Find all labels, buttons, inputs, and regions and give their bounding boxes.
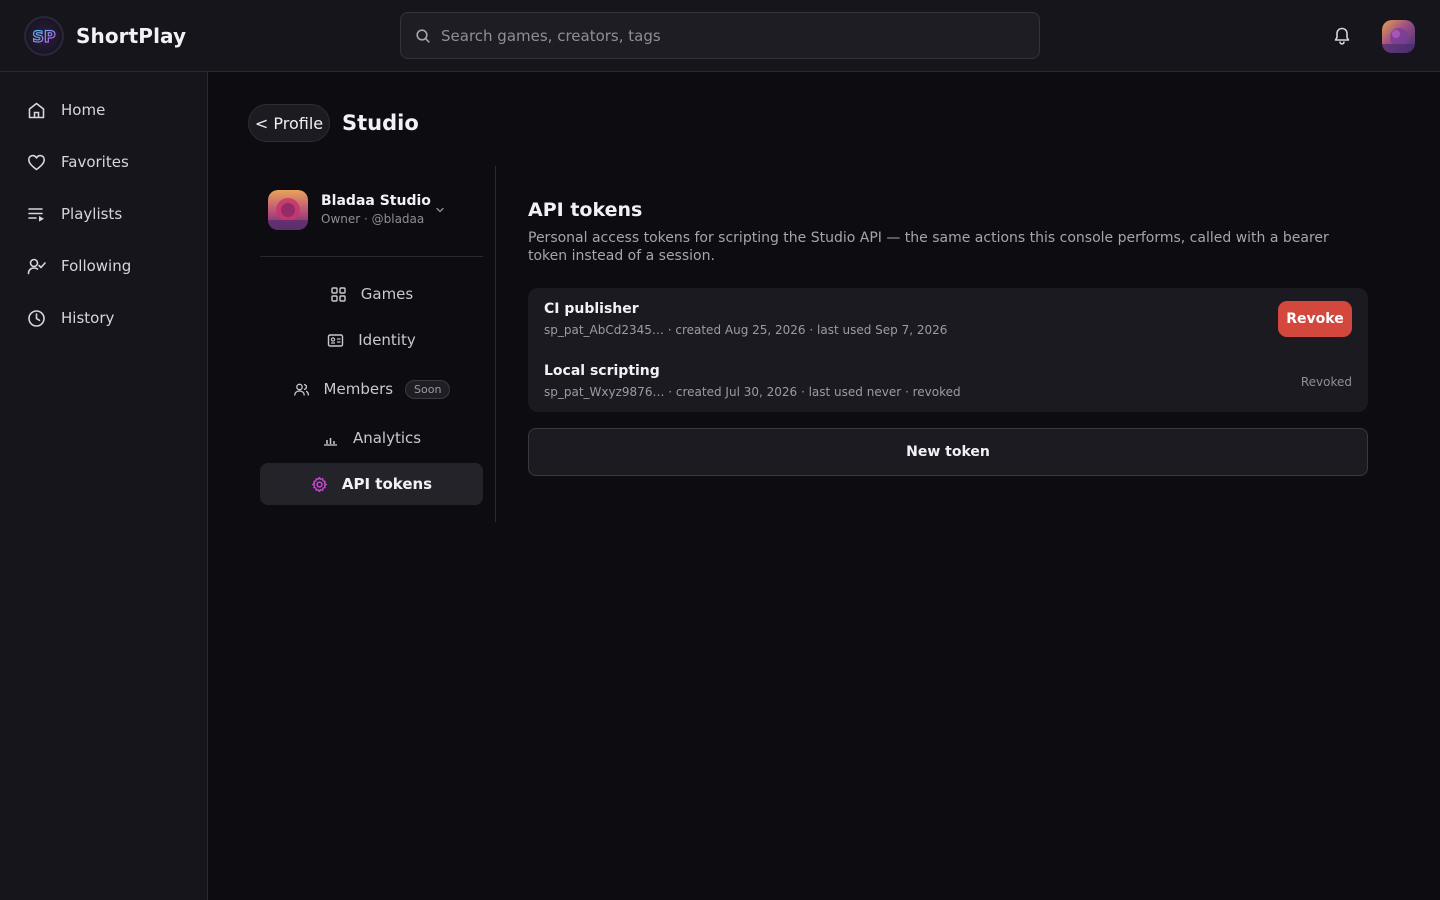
sidebar-item-label: Home xyxy=(61,101,106,119)
top-bar: SP ShortPlay xyxy=(0,0,1440,72)
studio-switcher[interactable]: Bladaa Studio Owner · @bladaa xyxy=(268,190,484,234)
subnav-item-analytics[interactable]: Analytics xyxy=(260,417,483,459)
gear-icon xyxy=(311,476,327,492)
token-name: Local scripting xyxy=(544,363,660,379)
subnav-item-members[interactable]: Members Soon xyxy=(260,368,483,410)
bell-icon[interactable] xyxy=(1331,25,1353,47)
revoked-status: Revoked xyxy=(1300,375,1352,389)
user-check-icon xyxy=(27,258,46,274)
sidebar-item-playlists[interactable]: Playlists xyxy=(26,202,122,226)
sidebar-item-favorites[interactable]: Favorites xyxy=(26,150,129,174)
subnav-item-label: Analytics xyxy=(352,429,422,447)
clock-icon xyxy=(28,309,45,327)
search-bar[interactable] xyxy=(400,12,1040,59)
back-to-profile-button[interactable]: < Profile xyxy=(248,104,330,142)
subnav-item-identity[interactable]: Identity xyxy=(260,319,483,361)
id-card-icon xyxy=(328,333,344,347)
bar-chart-icon xyxy=(323,437,337,446)
section-description: Personal access tokens for scripting the… xyxy=(528,230,1329,264)
subnav-item-label: Members xyxy=(323,380,394,398)
page-title: Studio xyxy=(342,111,419,135)
divider xyxy=(260,256,483,257)
sidebar-item-home[interactable]: Home xyxy=(26,98,105,122)
sidebar: Home Favorites Playlists Following Histo… xyxy=(0,72,208,900)
studio-role: Owner · @bladaa xyxy=(321,212,425,226)
user-avatar[interactable] xyxy=(1382,20,1415,53)
subnav-item-label: Identity xyxy=(358,331,416,349)
sidebar-item-label: Playlists xyxy=(61,205,123,223)
grid-icon xyxy=(331,286,346,302)
search-icon xyxy=(416,29,430,43)
heart-icon xyxy=(28,154,45,170)
token-row: Local scripting sp_pat_Wxyz9876… · creat… xyxy=(544,363,1352,413)
playlist-icon xyxy=(28,207,44,222)
token-name: CI publisher xyxy=(544,301,639,317)
studio-name: Bladaa Studio xyxy=(321,193,431,209)
section-title: API tokens xyxy=(528,199,643,221)
subnav-item-label: API tokens xyxy=(341,475,433,493)
brand-name[interactable]: ShortPlay xyxy=(76,24,186,48)
sidebar-item-history[interactable]: History xyxy=(26,306,114,330)
subnav-item-api-tokens[interactable]: API tokens xyxy=(260,463,483,505)
search-input[interactable] xyxy=(441,13,1031,58)
new-token-button[interactable]: New token xyxy=(528,428,1368,476)
subnav-item-label: Games xyxy=(360,285,414,303)
chevron-down-icon[interactable] xyxy=(434,204,446,216)
token-meta: sp_pat_Wxyz9876… · created Jul 30, 2026 … xyxy=(544,385,961,399)
soon-badge: Soon xyxy=(405,379,451,399)
sidebar-item-label: History xyxy=(61,309,115,327)
svg-text:SP: SP xyxy=(32,27,56,46)
studio-avatar xyxy=(268,190,308,230)
revoke-button[interactable]: Revoke xyxy=(1278,301,1352,337)
token-list: CI publisher sp_pat_AbCd2345… · created … xyxy=(528,288,1368,412)
home-icon xyxy=(28,102,45,118)
studio-subnav: Bladaa Studio Owner · @bladaa Games Iden… xyxy=(260,166,496,522)
subnav-item-games[interactable]: Games xyxy=(260,273,483,315)
token-meta: sp_pat_AbCd2345… · created Aug 25, 2026 … xyxy=(544,323,948,337)
sidebar-item-label: Following xyxy=(61,257,132,275)
sidebar-item-label: Favorites xyxy=(61,153,129,171)
sidebar-item-following[interactable]: Following xyxy=(26,254,131,278)
token-row: CI publisher sp_pat_AbCd2345… · created … xyxy=(544,301,1352,351)
shortplay-logo-icon[interactable]: SP xyxy=(24,16,64,56)
users-icon xyxy=(293,383,309,396)
